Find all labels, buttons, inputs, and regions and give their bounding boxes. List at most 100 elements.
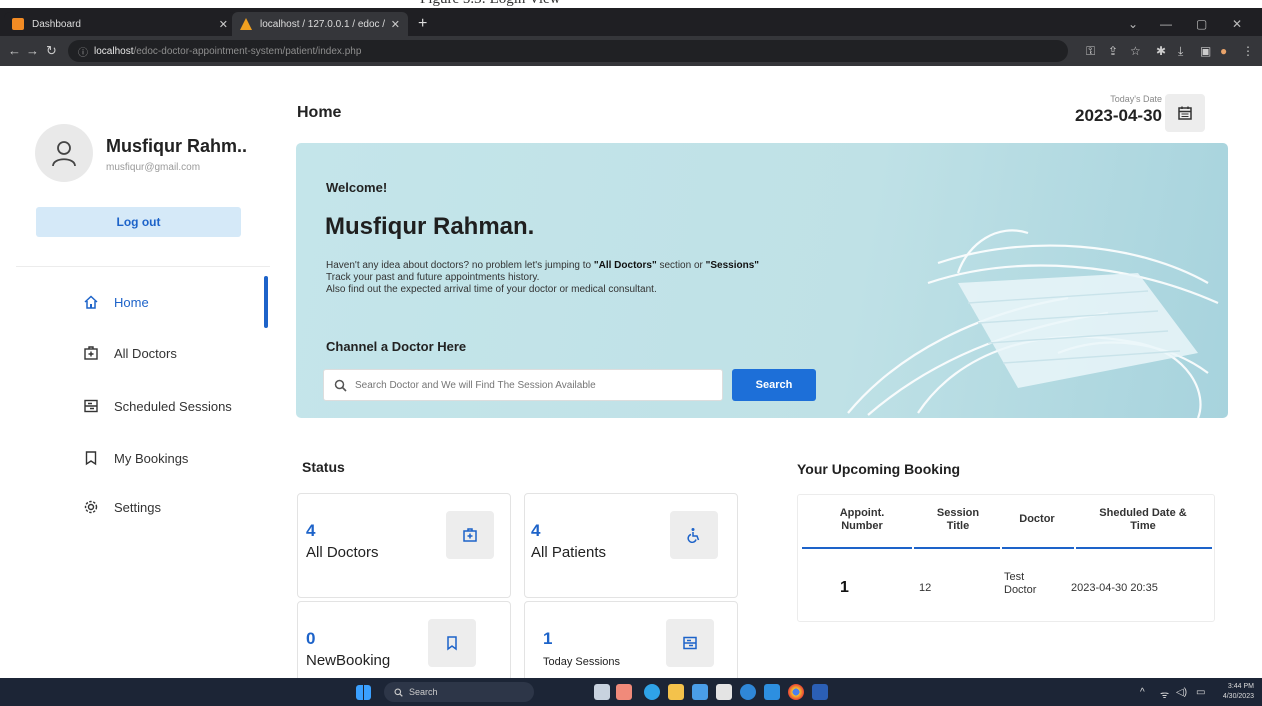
status-card-new-booking[interactable]: 0 NewBooking xyxy=(297,601,511,678)
status-card-all-doctors[interactable]: 4 All Doctors xyxy=(297,493,511,598)
profile-icon[interactable]: ● xyxy=(1220,44,1227,58)
phpmyadmin-favicon-icon xyxy=(240,18,252,30)
date-value: 2023-04-30 xyxy=(1075,106,1162,125)
address-bar[interactable]: ⓘ localhost /edoc-doctor-appointment-sys… xyxy=(68,40,1068,62)
browser-tab-dashboard[interactable]: Dashboard ✕ xyxy=(4,12,236,36)
volume-icon[interactable]: ◁) xyxy=(1176,687,1187,698)
browser-toolbar: ← → ↻ ⓘ localhost /edoc-doctor-appointme… xyxy=(0,36,1262,66)
card-value: 1 xyxy=(543,629,553,648)
card-label: NewBooking xyxy=(306,652,391,669)
menu-icon[interactable]: ⋮ xyxy=(1242,44,1254,58)
back-icon[interactable]: ← xyxy=(8,43,21,58)
schedule-icon xyxy=(82,397,100,415)
user-email: musfiqur@gmail.com xyxy=(106,162,201,173)
welcome-banner: Welcome! Musfiqur Rahman. Haven't any id… xyxy=(296,143,1228,418)
column-header-scheduled-datetime: Sheduled Date & Time xyxy=(1099,507,1187,532)
column-header-doctor: Doctor xyxy=(1019,513,1055,525)
mail-icon[interactable] xyxy=(692,684,708,700)
card-value: 0 xyxy=(306,629,316,648)
bookmark-icon xyxy=(82,449,100,467)
desc-all-doctors: "All Doctors" xyxy=(593,260,657,271)
status-card-today-sessions[interactable]: 1 Today Sessions xyxy=(524,601,738,678)
tray-chevron-icon[interactable]: ^ xyxy=(1140,687,1145,698)
desc-text: section or xyxy=(656,260,706,271)
share-icon[interactable]: ⇪ xyxy=(1108,44,1118,58)
bookmark-star-icon[interactable]: ☆ xyxy=(1130,44,1141,58)
sidebar-item-scheduled-sessions[interactable]: Scheduled Sessions xyxy=(82,394,232,418)
upcoming-booking-table: Appoint. Number Session Title Doctor She… xyxy=(797,494,1215,622)
side-panel-icon[interactable]: ▣ xyxy=(1200,44,1211,58)
sidebar-item-home[interactable]: Home xyxy=(82,290,149,314)
edge-browser-icon[interactable] xyxy=(644,684,660,700)
tab-title: Dashboard xyxy=(32,18,81,30)
file-explorer-icon[interactable] xyxy=(668,684,684,700)
sidebar-item-label: All Doctors xyxy=(114,345,177,361)
user-icon xyxy=(52,141,76,167)
forward-icon[interactable]: → xyxy=(26,43,39,58)
desc-text: Haven't any idea about doctors? no probl… xyxy=(326,260,594,271)
battery-icon[interactable]: ▭ xyxy=(1196,687,1205,698)
taskbar-clock[interactable]: 3:44 PM 4/30/2023 xyxy=(1212,682,1254,702)
start-windows-icon[interactable] xyxy=(356,685,371,700)
clock-time: 3:44 PM xyxy=(1227,683,1254,690)
calendar-button[interactable] xyxy=(1165,94,1205,132)
sidebar-item-all-doctors[interactable]: All Doctors xyxy=(82,341,177,365)
avatar xyxy=(35,124,93,182)
wifi-icon[interactable]: ᯤ xyxy=(1160,687,1169,701)
cell-scheduled-datetime: 2023-04-30 20:35 xyxy=(1071,582,1158,594)
column-header-session-title: Session Title xyxy=(936,507,980,532)
extensions-icon[interactable]: ✱ xyxy=(1156,44,1166,58)
store-icon[interactable] xyxy=(716,684,732,700)
medical-mask-image xyxy=(847,229,1219,418)
key-icon[interactable]: ⚿ xyxy=(1086,44,1095,59)
download-icon[interactable]: ⤓ xyxy=(1178,44,1183,59)
widgets-icon[interactable] xyxy=(616,684,632,700)
status-card-all-patients[interactable]: 4 All Patients xyxy=(524,493,738,598)
user-name: Musfiqur Rahm.. xyxy=(106,136,248,156)
sidebar-item-settings[interactable]: Settings xyxy=(82,495,161,519)
page-content: Musfiqur Rahm.. musfiqur@gmail.com Log o… xyxy=(0,66,1262,678)
logout-button[interactable]: Log out xyxy=(36,207,241,237)
bookmark-icon xyxy=(428,619,476,667)
url-host: localhost xyxy=(94,45,134,57)
tab-search-icon[interactable]: ⌄ xyxy=(1128,17,1138,31)
doctor-search-input[interactable] xyxy=(355,379,722,391)
site-info-icon[interactable]: ⓘ xyxy=(78,44,88,59)
card-label: All Doctors xyxy=(306,544,379,561)
reload-icon[interactable]: ↻ xyxy=(46,43,57,59)
sidebar-item-my-bookings[interactable]: My Bookings xyxy=(82,446,188,470)
maximize-icon[interactable]: ▢ xyxy=(1196,17,1207,31)
calendar-icon xyxy=(1178,106,1192,120)
channel-title: Channel a Doctor Here xyxy=(326,339,467,354)
app-icon[interactable] xyxy=(740,684,756,700)
chrome-icon[interactable] xyxy=(788,684,804,700)
card-label: Today Sessions xyxy=(543,656,621,668)
taskbar-search-label: Search xyxy=(409,687,438,697)
minimize-icon[interactable]: — xyxy=(1160,17,1172,31)
taskbar-search[interactable]: Search xyxy=(384,682,534,702)
search-icon xyxy=(394,687,403,697)
cell-appoint-number: 1 xyxy=(840,579,849,596)
close-tab-icon[interactable]: ✕ xyxy=(391,18,400,31)
vscode-icon[interactable] xyxy=(764,684,780,700)
upcoming-booking-title: Your Upcoming Booking xyxy=(797,461,961,477)
close-window-icon[interactable]: ✕ xyxy=(1232,17,1242,31)
close-tab-icon[interactable]: ✕ xyxy=(219,18,228,31)
schedule-icon xyxy=(666,619,714,667)
search-button[interactable]: Search xyxy=(732,369,816,401)
banner-description: Haven't any idea about doctors? no probl… xyxy=(326,260,966,296)
card-label: All Patients xyxy=(531,544,607,561)
task-view-icon[interactable] xyxy=(594,684,610,700)
medical-case-icon xyxy=(82,344,100,362)
column-header-appoint-number: Appoint. Number xyxy=(839,507,885,532)
dashboard-favicon-icon xyxy=(12,18,24,30)
browser-tab-phpmyadmin[interactable]: localhost / 127.0.0.1 / edoc / pat ✕ xyxy=(232,12,408,36)
desc-sessions: "Sessions" xyxy=(705,260,760,271)
doctor-search-box[interactable] xyxy=(323,369,723,401)
new-tab-icon[interactable]: + xyxy=(418,16,427,32)
url-path: /edoc-doctor-appointment-system/patient/… xyxy=(133,45,362,57)
banner-user-name: Musfiqur Rahman. xyxy=(325,213,535,240)
tab-title: localhost / 127.0.0.1 / edoc / pat xyxy=(260,18,385,30)
word-icon[interactable] xyxy=(812,684,828,700)
search-icon xyxy=(334,379,347,392)
